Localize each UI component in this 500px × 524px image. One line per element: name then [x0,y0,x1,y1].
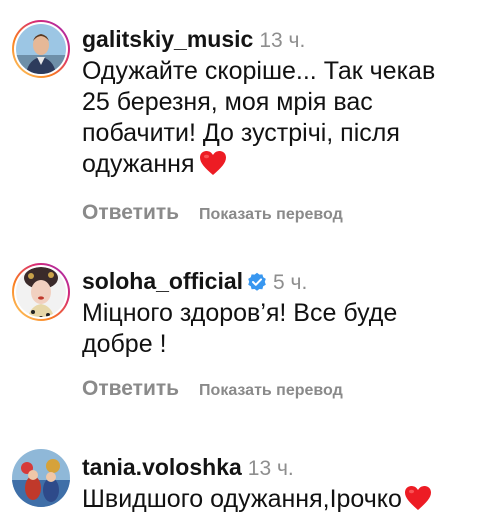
comment-actions: Ответить Показать перевод [82,199,492,227]
timestamp: 5 ч. [273,271,308,294]
comment-line: побачити! До зустрічі, після [82,119,400,147]
show-translation-button[interactable]: Показать перевод [199,206,343,223]
timestamp: 13 ч. [259,29,306,52]
comment-header: galitskiy_music 13 ч. [82,24,492,54]
comment-text: Міцного здоров’я! Все буде добре ! [82,298,492,360]
avatar[interactable] [11,262,71,322]
comment-text: Швидшого одужання,Ірочко [82,484,492,519]
username-link[interactable]: galitskiy_music [82,26,253,52]
comment-line: Швидшого одужання,Ірочко [82,485,402,513]
reply-button[interactable]: Ответить [82,377,179,400]
comment-text: Одужайте скоріше... Так чекав 25 березня… [82,56,492,184]
avatar[interactable] [11,448,71,508]
comment-line: одужання [82,149,492,184]
show-translation-button[interactable]: Показать перевод [199,382,343,399]
username-link[interactable]: soloha_official [82,268,243,294]
comment-line-text: одужання [82,150,195,178]
comment-line: 25 березня, моя мрія вас [82,88,373,116]
comment-header: soloha_official 5 ч. [82,266,492,296]
timestamp: 13 ч. [247,457,294,480]
comment-header: tania.voloshka 13 ч. [82,452,492,482]
avatar[interactable] [11,19,71,79]
reply-button[interactable]: Ответить [82,201,179,224]
comment-body: tania.voloshka 13 ч. Швидшого одужання,Ір… [82,452,492,519]
username-link[interactable]: tania.voloshka [82,454,242,480]
comment-line: Міцного здоров’я! Все буде [82,299,398,327]
red-heart-icon [199,150,227,184]
comment-actions: Ответить Показать перевод [82,375,492,403]
comment-line: добре ! [82,330,167,358]
comment-body: soloha_official 5 ч. Міцного здоров’я! Вс… [82,266,492,403]
red-heart-icon [404,485,432,519]
comment-line: Одужайте скоріше... Так чекав [82,57,436,85]
comment-body: galitskiy_music 13 ч. Одужайте скоріше...… [82,24,492,227]
